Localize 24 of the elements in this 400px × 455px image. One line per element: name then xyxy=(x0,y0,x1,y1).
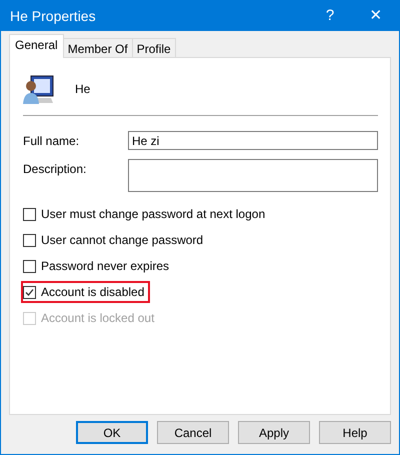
checkbox-label: Account is disabled xyxy=(41,285,144,299)
dialog-button[interactable]: Cancel xyxy=(157,421,229,444)
close-button[interactable]: ✕ xyxy=(353,1,399,31)
checkbox[interactable] xyxy=(23,234,36,246)
window-title: He Properties xyxy=(10,8,97,24)
dialog-button[interactable]: Apply xyxy=(238,421,310,444)
checkbox[interactable] xyxy=(23,208,36,220)
checkbox[interactable] xyxy=(23,286,36,298)
full-name-field[interactable]: He zi xyxy=(128,131,378,150)
field-label: Full name: xyxy=(23,133,80,148)
checkbox-label: User must change password at next logon xyxy=(41,207,266,221)
user-name: He xyxy=(75,82,90,96)
user-computer-icon xyxy=(23,72,55,104)
checkbox[interactable] xyxy=(23,260,36,272)
tab[interactable]: General xyxy=(9,34,64,58)
checkbox-label: Password never expires xyxy=(41,259,170,273)
dialog-button[interactable]: Help xyxy=(319,421,391,444)
checkbox-label: User cannot change password xyxy=(41,233,204,247)
checkbox-label: Account is locked out xyxy=(41,311,154,325)
description-field[interactable] xyxy=(128,159,378,192)
tab[interactable]: Profile xyxy=(132,38,176,57)
dialog-button[interactable]: OK xyxy=(76,421,148,444)
help-button[interactable]: ? xyxy=(307,1,353,31)
field-label: Description: xyxy=(23,161,88,176)
